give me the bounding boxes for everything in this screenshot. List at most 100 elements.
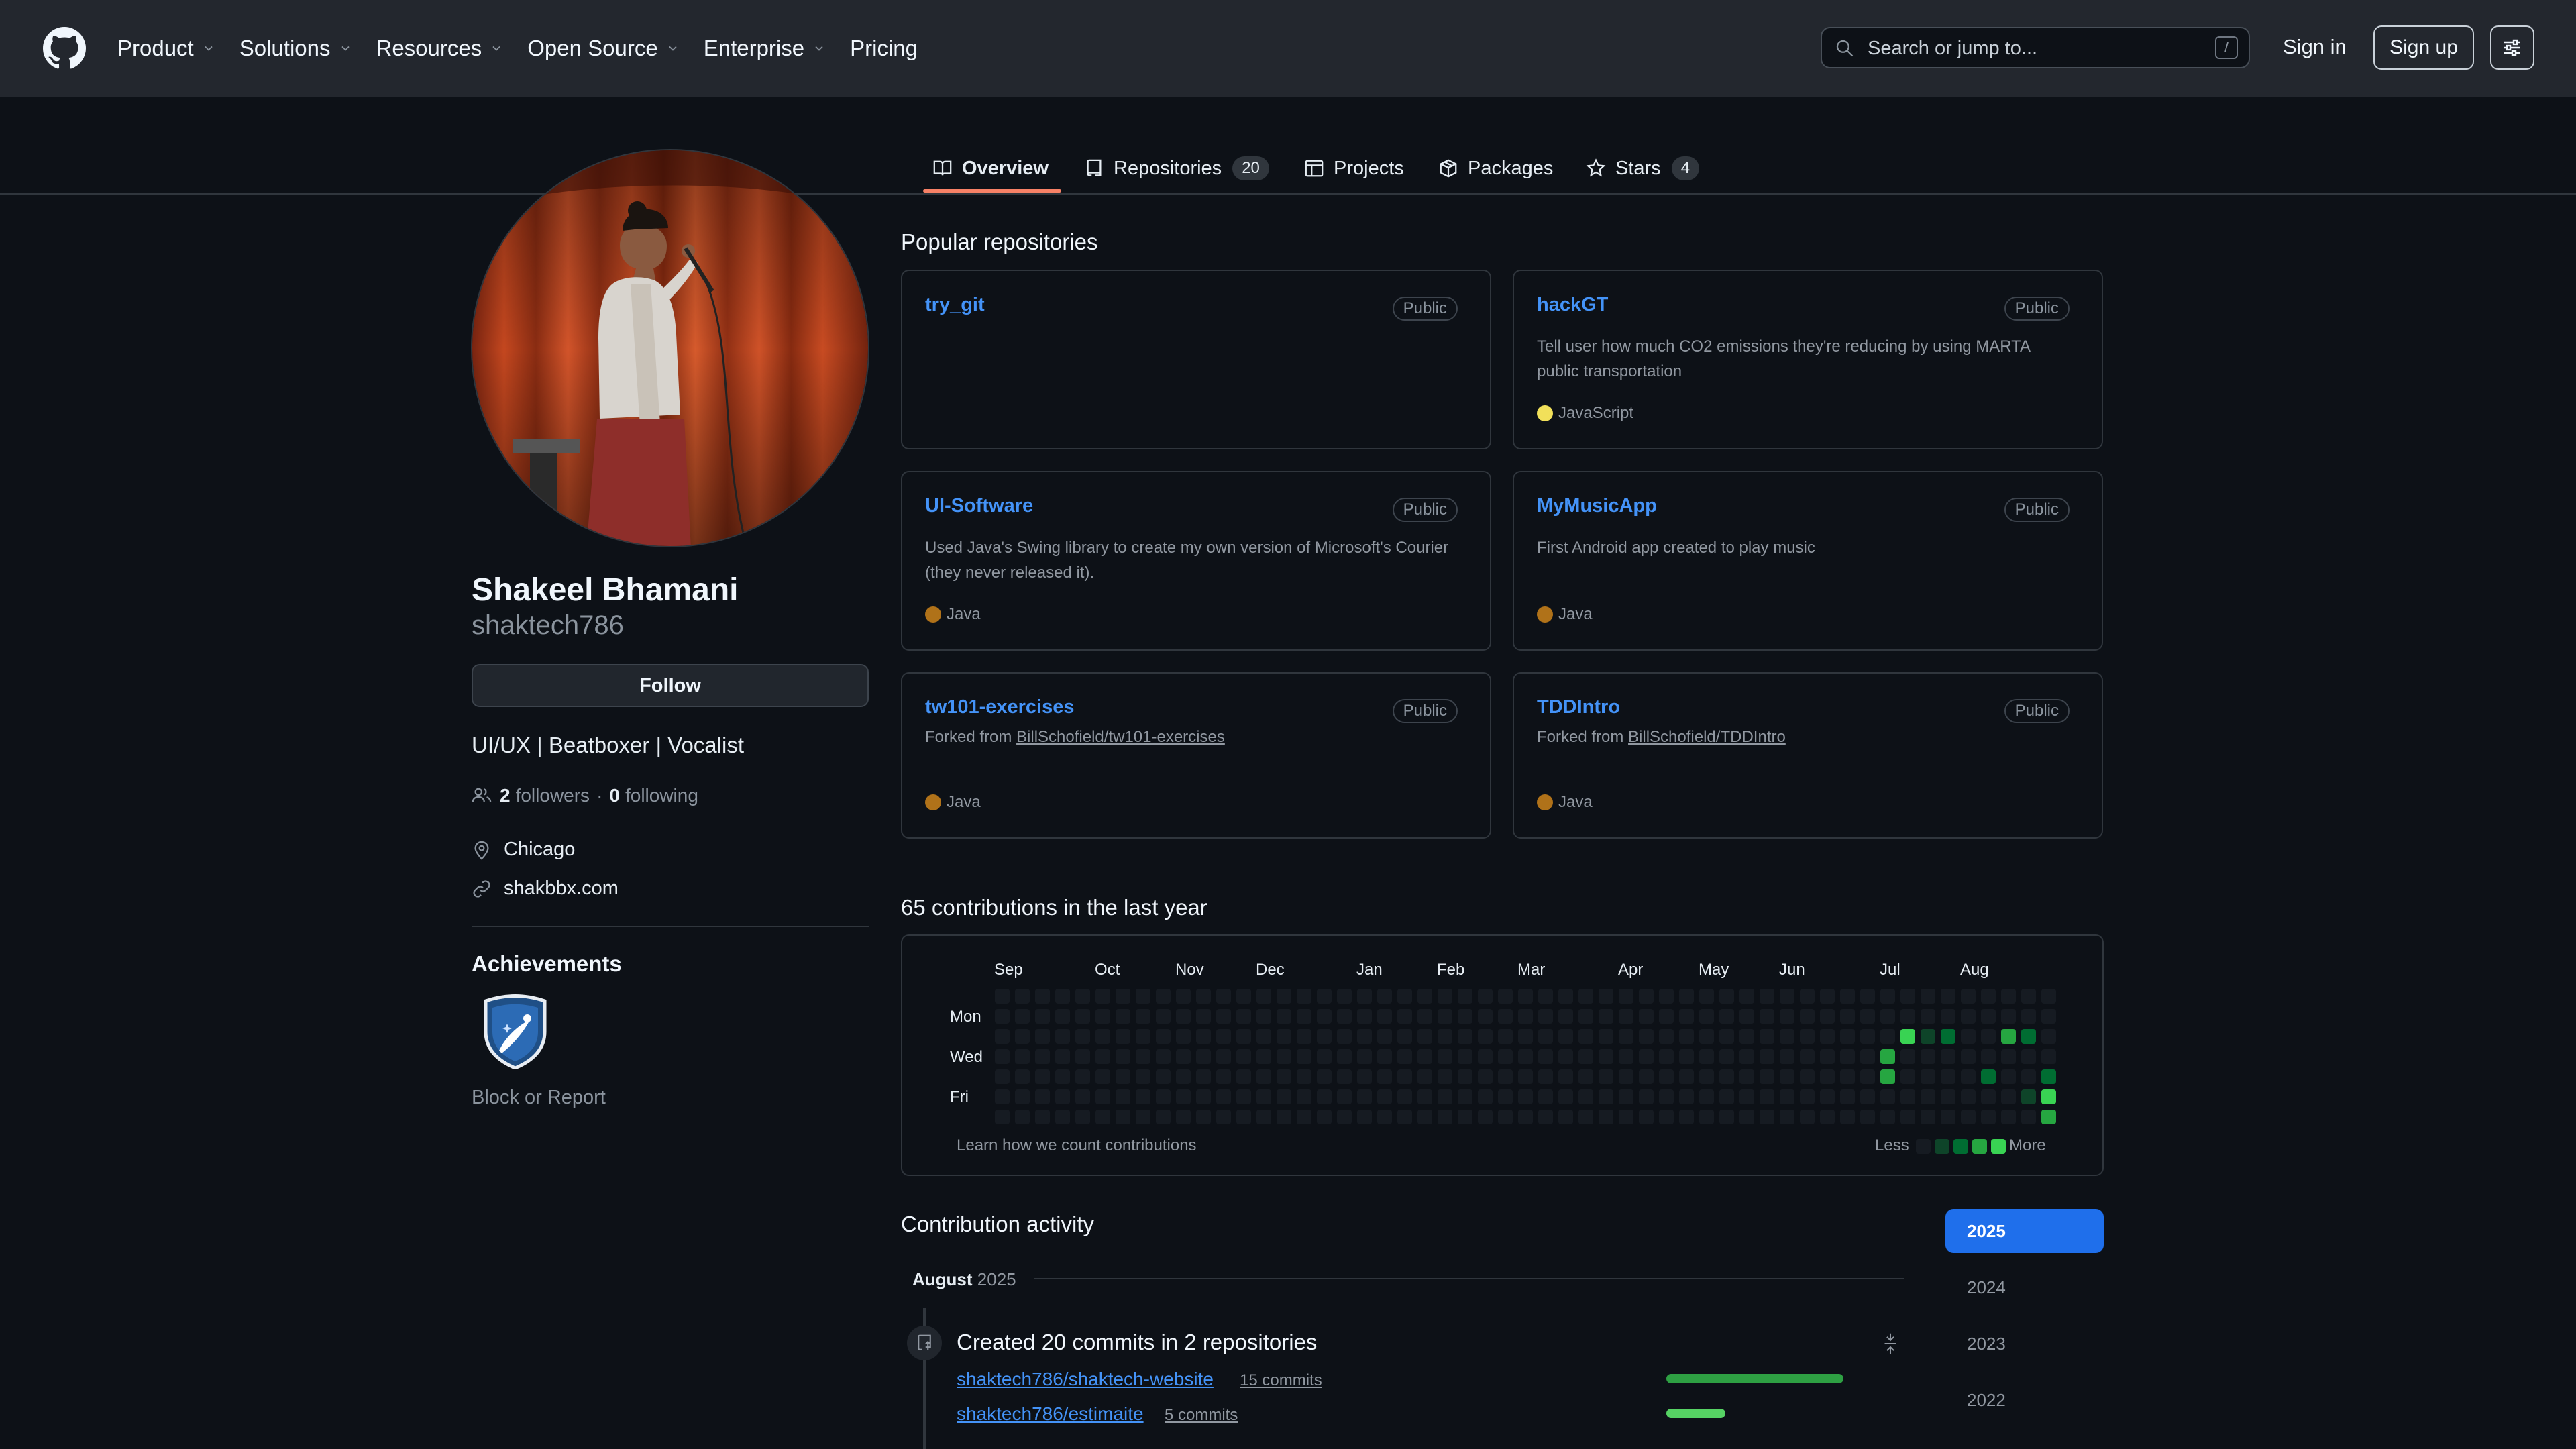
contribution-cell[interactable]: [1317, 1049, 1332, 1064]
year-2022-button[interactable]: 2022: [1945, 1378, 2104, 1422]
contribution-cell[interactable]: [1961, 1029, 1976, 1044]
contribution-cell[interactable]: [1719, 1069, 1734, 1084]
contribution-cell[interactable]: [2021, 989, 2036, 1004]
contribution-cell[interactable]: [1297, 1110, 1311, 1124]
contribution-cell[interactable]: [1981, 1110, 1996, 1124]
contribution-cell[interactable]: [1458, 989, 1472, 1004]
contribution-cell[interactable]: [1055, 1110, 1070, 1124]
contribution-cell[interactable]: [1417, 1029, 1432, 1044]
contribution-cell[interactable]: [1941, 1009, 1955, 1024]
contribution-cell[interactable]: [1719, 1029, 1734, 1044]
contribution-cell[interactable]: [2021, 1110, 2036, 1124]
contribution-cell[interactable]: [1820, 1009, 1835, 1024]
contribution-cell[interactable]: [1397, 1049, 1412, 1064]
contribution-cell[interactable]: [1357, 1009, 1372, 1024]
contribution-cell[interactable]: [1136, 989, 1150, 1004]
followers-link[interactable]: 2 followers: [500, 785, 590, 806]
contribution-cell[interactable]: [1337, 1029, 1352, 1044]
contribution-cell[interactable]: [1518, 1089, 1533, 1104]
contribution-cell[interactable]: [1015, 1110, 1030, 1124]
contribution-cell[interactable]: [1478, 989, 1493, 1004]
contribution-cell[interactable]: [1941, 1049, 1955, 1064]
contribution-cell[interactable]: [1196, 1029, 1211, 1044]
contribution-cell[interactable]: [1921, 989, 1935, 1004]
contribution-cell[interactable]: [1619, 1089, 1633, 1104]
contribution-cell[interactable]: [1196, 1069, 1211, 1084]
tab-projects[interactable]: Projects: [1304, 145, 1404, 192]
contribution-cell[interactable]: [2001, 1069, 2016, 1084]
learn-contributions-link[interactable]: Learn how we count contributions: [957, 1136, 1197, 1155]
contribution-cell[interactable]: [1599, 989, 1613, 1004]
contribution-cell[interactable]: [1397, 1009, 1412, 1024]
contribution-cell[interactable]: [1860, 1009, 1875, 1024]
repo-name-link[interactable]: tw101-exercises: [925, 696, 1075, 718]
contribution-cell[interactable]: [1679, 1009, 1694, 1024]
contribution-cell[interactable]: [1156, 1049, 1171, 1064]
contribution-cell[interactable]: [1277, 1049, 1291, 1064]
contribution-cell[interactable]: [1116, 1009, 1130, 1024]
contribution-cell[interactable]: [1599, 1029, 1613, 1044]
contribution-cell[interactable]: [1377, 1009, 1392, 1024]
contribution-cell[interactable]: [1961, 989, 1976, 1004]
contribution-cell[interactable]: [1961, 1009, 1976, 1024]
contribution-cell[interactable]: [1619, 1069, 1633, 1084]
collapse-icon[interactable]: [1881, 1332, 1900, 1355]
contribution-cell[interactable]: [1639, 1089, 1654, 1104]
contribution-cell[interactable]: [1458, 1009, 1472, 1024]
contribution-cell[interactable]: [1035, 1089, 1050, 1104]
contribution-cell[interactable]: [1840, 989, 1855, 1004]
contribution-cell[interactable]: [1619, 1009, 1633, 1024]
contribution-cell[interactable]: [1880, 1009, 1895, 1024]
contribution-cell[interactable]: [1760, 1069, 1774, 1084]
contribution-cell[interactable]: [1116, 989, 1130, 1004]
contribution-cell[interactable]: [1055, 1089, 1070, 1104]
contribution-cell[interactable]: [1015, 989, 1030, 1004]
contribution-cell[interactable]: [1900, 1089, 1915, 1104]
contribution-cell[interactable]: [1337, 1049, 1352, 1064]
contribution-cell[interactable]: [1095, 989, 1110, 1004]
contribution-cell[interactable]: [2001, 1049, 2016, 1064]
tab-stars[interactable]: Stars 4: [1586, 145, 1700, 192]
contribution-cell[interactable]: [1518, 1049, 1533, 1064]
contribution-cell[interactable]: [1538, 1029, 1553, 1044]
contribution-cell[interactable]: [1800, 1029, 1815, 1044]
contribution-cell[interactable]: [2001, 1089, 2016, 1104]
contribution-cell[interactable]: [2021, 1009, 2036, 1024]
contribution-cell[interactable]: [1156, 1009, 1171, 1024]
contribution-cell[interactable]: [1760, 1029, 1774, 1044]
contribution-cell[interactable]: [1377, 1049, 1392, 1064]
contribution-cell[interactable]: [1739, 1089, 1754, 1104]
contribution-cell[interactable]: [1739, 1069, 1754, 1084]
contribution-cell[interactable]: [2041, 1049, 2056, 1064]
contribution-cell[interactable]: [1518, 1069, 1533, 1084]
contribution-cell[interactable]: [1558, 1009, 1573, 1024]
contribution-cell[interactable]: [1679, 989, 1694, 1004]
contribution-cell[interactable]: [1297, 1069, 1311, 1084]
contribution-cell[interactable]: [1438, 1089, 1452, 1104]
contribution-cell[interactable]: [1156, 1089, 1171, 1104]
contribution-cell[interactable]: [1156, 989, 1171, 1004]
contribution-cell[interactable]: [1256, 1029, 1271, 1044]
contribution-cell[interactable]: [1699, 1089, 1714, 1104]
contribution-cell[interactable]: [1176, 1029, 1191, 1044]
contribution-cell[interactable]: [1236, 989, 1251, 1004]
contribution-cell[interactable]: [1236, 1110, 1251, 1124]
contribution-cell[interactable]: [1136, 1110, 1150, 1124]
tab-overview[interactable]: Overview: [932, 145, 1049, 192]
contribution-cell[interactable]: [1176, 1069, 1191, 1084]
contribution-cell[interactable]: [1116, 1029, 1130, 1044]
contribution-cell[interactable]: [1196, 1089, 1211, 1104]
contribution-cell[interactable]: [2041, 1029, 2056, 1044]
contribution-cell[interactable]: [1639, 989, 1654, 1004]
contribution-cell[interactable]: [1136, 1029, 1150, 1044]
contribution-cell[interactable]: [1921, 1029, 1935, 1044]
contribution-cell[interactable]: [1719, 1110, 1734, 1124]
contribution-cell[interactable]: [1941, 1089, 1955, 1104]
contribution-cell[interactable]: [1297, 1009, 1311, 1024]
contribution-cell[interactable]: [1377, 1069, 1392, 1084]
contribution-cell[interactable]: [1760, 1049, 1774, 1064]
contribution-cell[interactable]: [1699, 1029, 1714, 1044]
nav-pricing[interactable]: Pricing: [850, 36, 918, 61]
contribution-cell[interactable]: [1035, 1110, 1050, 1124]
contribution-cell[interactable]: [1297, 1029, 1311, 1044]
